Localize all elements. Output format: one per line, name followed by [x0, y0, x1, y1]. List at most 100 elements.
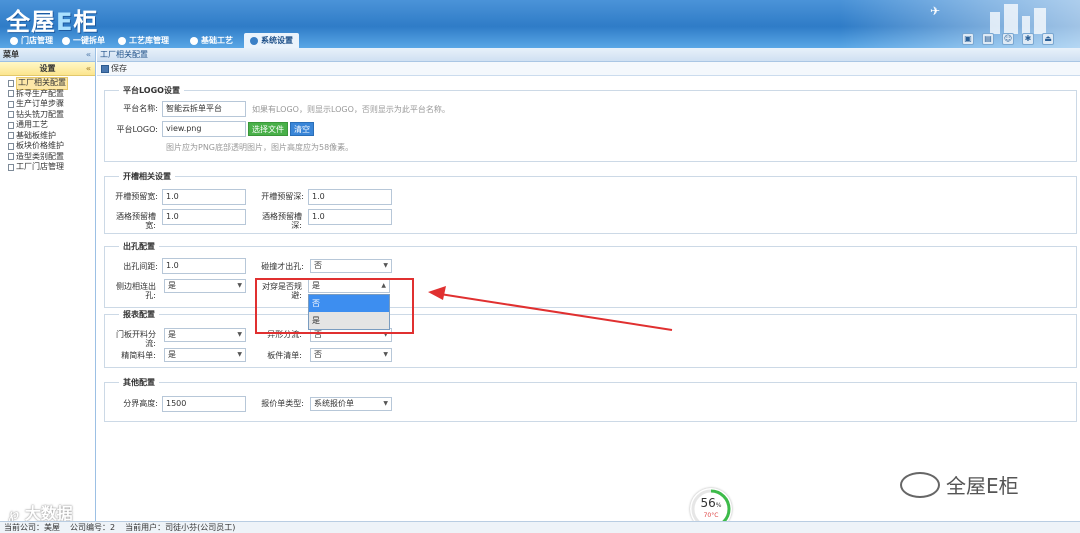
- wine-groove-width-label: 酒格预留槽宽:: [116, 212, 156, 230]
- groove-width-label: 开槽预留宽:: [115, 192, 158, 201]
- user-icon[interactable]: ☺: [1002, 33, 1014, 45]
- store-icon: [10, 36, 18, 45]
- sidebar-item-production-config[interactable]: 拆寻生产配置: [8, 89, 95, 100]
- status-company-no: 公司编号：2: [70, 523, 116, 532]
- nav-basic-process[interactable]: 基础工艺: [184, 33, 239, 48]
- collapse-section-icon[interactable]: «: [86, 62, 91, 76]
- building-shape: [1034, 8, 1046, 34]
- chevron-down-icon: ▼: [383, 400, 388, 407]
- chevron-down-icon: ▼: [237, 331, 242, 338]
- boundary-height-input[interactable]: 1500: [162, 396, 246, 412]
- simplified-list-select[interactable]: 是 ▼: [164, 348, 246, 362]
- gear-icon: [190, 36, 198, 45]
- shape-split-select[interactable]: 否 ▼: [310, 328, 392, 342]
- nav-system-settings[interactable]: 系统设置: [244, 33, 299, 48]
- chevron-down-icon: ▼: [237, 282, 242, 289]
- platform-name-input[interactable]: 智能云拆单平台: [162, 101, 246, 117]
- shape-split-label: 异形分流:: [267, 330, 302, 339]
- platform-logo-hint: 图片应为PNG底部透明图片，图片高度应为58像素。: [166, 143, 354, 152]
- chevron-down-icon: ▼: [383, 331, 388, 338]
- through-avoid-dropdown: 否 是: [308, 294, 390, 330]
- collision-hole-label: 碰撞才出孔:: [261, 262, 304, 271]
- gear-icon[interactable]: ✱: [1022, 33, 1034, 45]
- nav-process-library[interactable]: 工艺库管理: [112, 33, 175, 48]
- document-icon: [8, 142, 14, 150]
- groove-width-input[interactable]: 1.0: [162, 189, 246, 205]
- collision-hole-select[interactable]: 否 ▼: [310, 259, 392, 273]
- building-shape: [1004, 4, 1018, 34]
- side-hole-label: 侧边相连出孔:: [116, 282, 156, 300]
- document-icon: [8, 121, 14, 129]
- platform-logo-label: 平台LOGO:: [116, 125, 158, 134]
- sidebar-item-common-process[interactable]: 通用工艺: [8, 120, 95, 131]
- exit-icon[interactable]: ⏏: [1042, 33, 1054, 45]
- side-hole-select[interactable]: 是 ▼: [164, 279, 246, 293]
- sidebar: 菜单 « 设置 « 工厂相关配置 拆寻生产配置 生产订单步骤 钻头铣刀配置 通用…: [0, 48, 96, 522]
- sidebar-item-drill-config[interactable]: 钻头铣刀配置: [8, 110, 95, 121]
- hole-spacing-input[interactable]: 1.0: [162, 258, 246, 274]
- sidebar-item-factory-config[interactable]: 工厂相关配置: [8, 77, 95, 90]
- sidebar-section-settings[interactable]: 设置 «: [0, 62, 95, 76]
- board-list-select[interactable]: 否 ▼: [310, 348, 392, 362]
- sidebar-item-board-price[interactable]: 板块价格维护: [8, 141, 95, 152]
- nav-store-management[interactable]: 门店管理: [4, 33, 59, 48]
- chevron-down-icon: ▼: [383, 351, 388, 358]
- status-bar: 当前公司：美屋 公司编号：2 当前用户：司徒小芬(公司员工): [0, 521, 1080, 533]
- quote-type-label: 报价单类型:: [261, 399, 304, 408]
- document-icon: [8, 100, 14, 108]
- boundary-height-label: 分界高度:: [123, 399, 158, 408]
- hole-spacing-label: 出孔间距:: [123, 262, 158, 271]
- through-avoid-label: 对穿是否规避:: [262, 282, 302, 300]
- watermark-right: 全屋E柜: [900, 470, 1019, 499]
- document-icon[interactable]: ▤: [982, 33, 994, 45]
- check-icon: [118, 36, 126, 45]
- choose-file-button[interactable]: 选择文件: [248, 122, 288, 136]
- quote-type-select[interactable]: 系统报价单 ▼: [310, 397, 392, 411]
- chevron-down-icon: ▼: [237, 351, 242, 358]
- collapse-icon[interactable]: «: [86, 48, 91, 62]
- plane-icon: ✈: [929, 4, 940, 18]
- door-split-select[interactable]: 是 ▼: [164, 328, 246, 342]
- sidebar-item-order-steps[interactable]: 生产订单步骤: [8, 99, 95, 110]
- document-icon: [8, 111, 14, 119]
- status-user: 当前用户：司徒小芬(公司员工): [125, 523, 236, 532]
- document-icon: [8, 90, 14, 98]
- clear-button[interactable]: 清空: [290, 122, 314, 136]
- sidebar-list: 工厂相关配置 拆寻生产配置 生产订单步骤 钻头铣刀配置 通用工艺 基础板维护 板…: [0, 76, 95, 173]
- wine-groove-depth-input[interactable]: 1.0: [308, 209, 392, 225]
- board-list-label: 板件清单:: [267, 351, 302, 360]
- groove-depth-input[interactable]: 1.0: [308, 189, 392, 205]
- wine-groove-depth-label: 酒格预留槽深:: [262, 212, 302, 230]
- chevron-down-icon: ▼: [383, 262, 388, 269]
- fieldset-hole: 出孔配置: [104, 241, 1077, 308]
- wine-groove-width-input[interactable]: 1.0: [162, 209, 246, 225]
- gauge-value: 56%: [700, 496, 722, 510]
- sidebar-item-factory-store[interactable]: 工厂门店管理: [8, 162, 95, 173]
- sidebar-item-shape-category[interactable]: 造型类别配置: [8, 152, 95, 163]
- monitor-icon[interactable]: ▣: [962, 33, 974, 45]
- door-split-label: 门板开料分流:: [116, 330, 156, 348]
- settings-icon: [250, 36, 258, 45]
- platform-name-label: 平台名称:: [123, 104, 158, 113]
- document-icon: [8, 153, 14, 161]
- save-icon: [101, 64, 109, 73]
- nav-one-click-split[interactable]: 一键拆单: [56, 33, 111, 48]
- document-icon: [8, 163, 14, 171]
- through-avoid-select[interactable]: 是 ▲: [308, 279, 390, 293]
- main-nav: 门店管理 一键拆单 工艺库管理 基础工艺 系统设置: [0, 32, 1080, 48]
- wechat-icon: [900, 471, 940, 498]
- document-icon: [8, 132, 14, 140]
- status-company: 当前公司：美屋: [4, 523, 60, 532]
- dropdown-option-yes[interactable]: 是: [309, 312, 389, 329]
- form-toolbar: 保存: [97, 62, 1080, 76]
- building-shape: [990, 12, 1000, 34]
- platform-name-hint: 如果有LOGO，则显示LOGO，否则显示为此平台名称。: [252, 105, 450, 114]
- sidebar-item-base-board[interactable]: 基础板维护: [8, 131, 95, 142]
- platform-logo-input[interactable]: view.png: [162, 121, 246, 137]
- chevron-up-icon: ▲: [381, 282, 386, 289]
- sidebar-header: 菜单 «: [0, 48, 95, 62]
- save-button[interactable]: 保存: [111, 62, 127, 76]
- fieldset-report: 报表配置: [104, 309, 1077, 368]
- dropdown-option-no[interactable]: 否: [309, 295, 389, 312]
- header-toolbar: ▣ ▤ ☺ ✱ ⏏: [962, 33, 1054, 45]
